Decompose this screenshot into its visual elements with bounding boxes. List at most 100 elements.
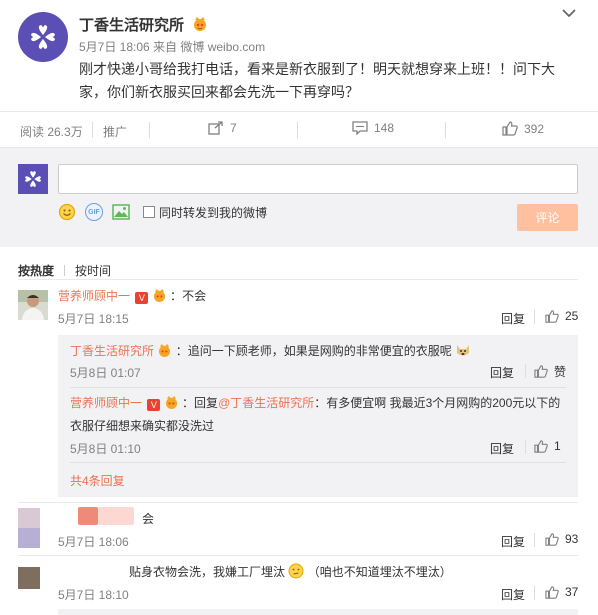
post-action-bar: 阅读 26.3万 推广 7 148 392	[0, 111, 598, 148]
repost-count: 7	[230, 121, 237, 135]
repost-checkbox[interactable]	[143, 206, 155, 218]
comment-text: 会	[142, 512, 155, 526]
divider	[18, 555, 578, 556]
comment-sort: 按热度 按时间	[18, 262, 111, 279]
weibo-post: 丁香生活研究所 5月7日 18:06 来自 微博 weibo.com 刚才快递小…	[0, 0, 598, 111]
divider	[18, 279, 578, 280]
commenter-avatar[interactable]	[18, 508, 48, 548]
comment-button[interactable]: 148	[352, 121, 394, 135]
author-avatar[interactable]	[18, 12, 68, 62]
author-name-text[interactable]: 丁香生活研究所	[79, 17, 184, 34]
blurred-avatar-icon	[18, 508, 40, 548]
reply-text: 追问一下顾老师，如果是网购的非常便宜的衣服呢	[187, 344, 452, 358]
thumbs-up-icon	[545, 585, 559, 599]
sort-by-time-tab[interactable]: 按时间	[75, 262, 111, 279]
reply-button[interactable]: 回复	[501, 310, 525, 327]
repost-checkbox-label[interactable]: 同时转发到我的微博	[159, 204, 267, 221]
comment-icon	[352, 121, 368, 135]
like-count: 93	[565, 532, 579, 546]
thumbs-up-icon	[545, 309, 559, 323]
reply-time: 5月8日 01:10	[70, 442, 141, 456]
comment-like-button[interactable]: 93	[545, 532, 578, 546]
divider	[445, 122, 446, 138]
gif-icon[interactable]: GIF	[85, 203, 103, 221]
repost-button[interactable]: 7	[208, 121, 237, 135]
reply-time: 5月8日 01:07	[70, 366, 141, 380]
comment-time: 5月7日 18:15	[58, 312, 129, 326]
verified-badge-icon: V	[135, 292, 149, 304]
thumbs-up-icon	[502, 121, 518, 136]
like-label: 赞	[554, 365, 567, 379]
reply-body: 营养师顾中一 V ：回复@丁香生活研究所：有多便宜啊 我最近3个月网购的200元…	[70, 394, 560, 411]
image-icon[interactable]	[112, 204, 130, 220]
vip-badge-icon	[159, 344, 171, 357]
clove-logo-icon	[31, 25, 55, 49]
mention-link[interactable]: @丁香生活研究所	[218, 396, 314, 410]
comment-composer: GIF 同时转发到我的微博 评论	[0, 148, 598, 247]
emoji-icon[interactable]	[58, 203, 76, 221]
comment-sep: ：	[170, 289, 183, 303]
submit-comment-button[interactable]: 评论	[517, 204, 578, 231]
comment-input[interactable]	[58, 164, 578, 194]
thinking-emoji-icon	[288, 563, 304, 579]
comment-like-button[interactable]: 37	[545, 585, 578, 599]
doge-emoji-icon	[457, 345, 470, 356]
comment-text: 贴身衣物会洗，我嫌工厂埋汰	[129, 565, 286, 579]
divider	[64, 265, 66, 276]
person-photo-icon	[18, 290, 48, 320]
divider	[534, 586, 535, 600]
like-count: 25	[565, 309, 579, 323]
like-button[interactable]: 392	[502, 121, 544, 136]
divider	[70, 387, 566, 388]
composer-tools: GIF 同时转发到我的微博	[58, 203, 267, 221]
divider	[18, 502, 578, 503]
clove-logo-icon	[25, 171, 41, 187]
divider	[534, 310, 535, 324]
comment-body: 贴身衣物会洗，我嫌工厂埋汰 （咱也不知道埋汰不埋汰）	[129, 563, 452, 580]
chevron-down-icon[interactable]	[562, 8, 576, 18]
next-reply-thread	[58, 609, 578, 615]
reply-thread: 丁香生活研究所 ：追问一下顾老师，如果是网购的非常便宜的衣服呢 5月8日 01:…	[58, 335, 578, 497]
blurred-name	[78, 507, 98, 525]
my-avatar	[18, 164, 48, 194]
vip-badge-icon	[165, 396, 177, 409]
comment-like-button[interactable]: 25	[545, 309, 578, 323]
divider	[525, 440, 526, 454]
thumbs-up-icon	[534, 439, 548, 453]
reply-like-button[interactable]: 赞	[534, 363, 566, 380]
comment-time: 5月7日 18:06	[58, 535, 129, 549]
comment-count: 148	[374, 121, 395, 135]
reply-text: ：有多便宜啊 我最近3个月网购的200元以下的	[314, 396, 561, 410]
post-content: 刚才快递小哥给我打电话，看来是新衣服到了！明天就想穿来上班！！问下大家，你们新衣…	[79, 61, 555, 100]
repost-icon	[208, 121, 223, 135]
thumbs-up-icon	[534, 365, 548, 378]
reply-button[interactable]: 回复	[490, 440, 514, 457]
blurred-name	[98, 507, 134, 525]
repost-checkbox-row[interactable]: 同时转发到我的微博	[139, 204, 267, 221]
commenter-avatar[interactable]	[18, 290, 48, 320]
reply-sep: ：回复	[182, 396, 219, 410]
comment-body: 营养师顾中一 V ：不会	[58, 287, 206, 304]
post-meta: 5月7日 18:06 来自 微博 weibo.com	[79, 40, 266, 54]
commenter-avatar[interactable]	[18, 567, 40, 589]
promote-button[interactable]: 推广	[103, 123, 127, 140]
vip-badge-icon	[194, 17, 207, 31]
reply-button[interactable]: 回复	[501, 586, 525, 603]
divider	[149, 122, 150, 138]
reply-button[interactable]: 回复	[490, 364, 514, 381]
divider	[297, 122, 298, 138]
verified-badge-icon: V	[147, 399, 161, 411]
thumbs-up-icon	[545, 532, 559, 546]
reply-button[interactable]: 回复	[501, 533, 525, 550]
sort-by-hot-tab[interactable]: 按热度	[18, 262, 54, 279]
divider	[92, 122, 93, 138]
reply-like-button[interactable]: 1	[534, 439, 561, 453]
commenter-name[interactable]: 营养师顾中一	[58, 289, 130, 303]
reply-author[interactable]: 丁香生活研究所	[70, 344, 154, 358]
author-name[interactable]: 丁香生活研究所	[79, 14, 208, 35]
reply-author[interactable]: 营养师顾中一	[70, 396, 142, 410]
view-more-replies-link[interactable]: 共4条回复	[70, 472, 125, 489]
like-count: 37	[565, 585, 579, 599]
reply-sep: ：	[175, 344, 188, 358]
reply-body: 丁香生活研究所 ：追问一下顾老师，如果是网购的非常便宜的衣服呢	[70, 342, 471, 359]
